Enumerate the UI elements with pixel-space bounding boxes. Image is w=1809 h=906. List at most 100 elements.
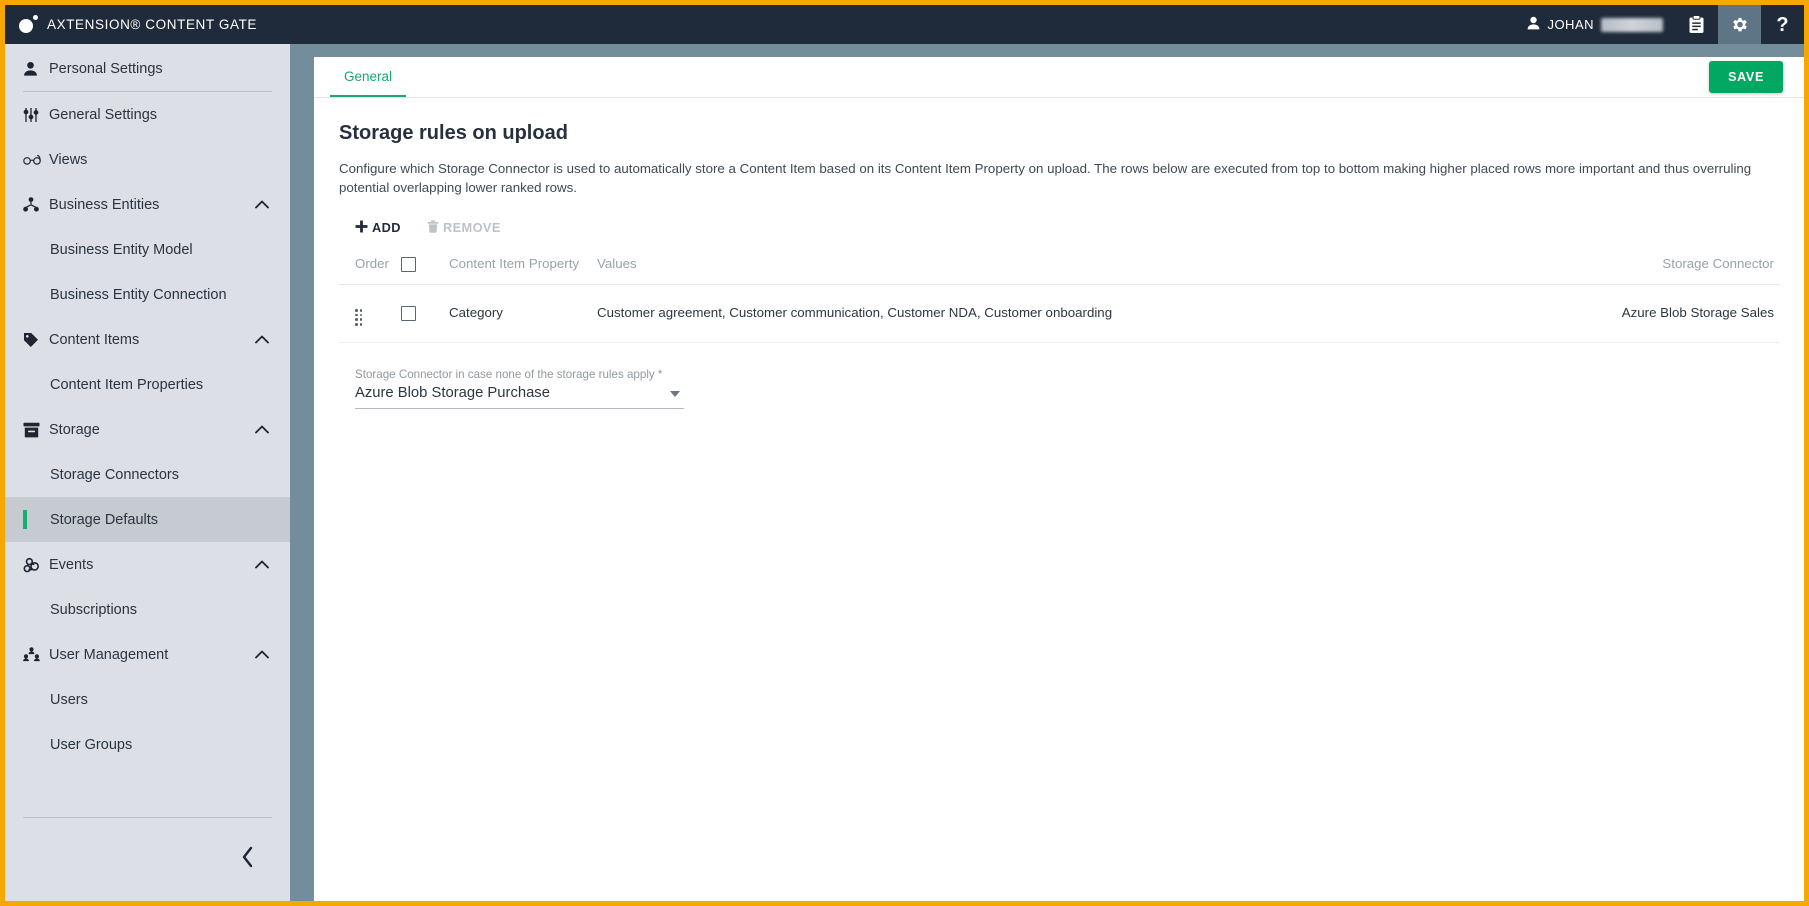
sidebar-item-label: Storage Connectors [50,466,179,483]
sidebar-item-storage[interactable]: Storage [5,407,290,452]
sidebar-item-general-settings[interactable]: General Settings [5,92,290,137]
sidebar-item-label: Subscriptions [50,601,138,618]
sidebar-scroll: Personal Settings General Settings Views… [5,44,290,817]
top-bar-right: JOHAN ? [1517,5,1804,44]
tag-icon [23,332,49,348]
chevron-left-icon [241,846,255,873]
brand: AXTENSION® CONTENT GATE [5,15,257,34]
sidebar-collapse-button[interactable] [233,845,263,875]
sidebar-item-events[interactable]: Events [5,542,290,587]
chevron-up-icon[interactable] [253,646,271,664]
chevron-up-icon[interactable] [253,196,271,214]
trash-icon [427,219,439,236]
column-header-storage-connector: Storage Connector [1530,247,1780,285]
sidebar-item-label: Users [50,691,88,708]
sidebar-footer [23,817,272,901]
settings-button[interactable] [1718,5,1761,44]
plus-icon [355,220,368,236]
storage-rules-table: Order Content Item Property Values Stora… [339,247,1780,343]
sidebar-item-label: General Settings [49,106,158,123]
fallback-connector-label: Storage Connector in case none of the st… [355,367,663,381]
user-menu[interactable]: JOHAN [1517,5,1675,44]
content-area: Storage rules on upload Configure which … [314,98,1804,409]
fallback-connector-select[interactable]: Azure Blob Storage Purchase [355,385,684,409]
column-header-order: Order [339,247,401,285]
sidebar-item-subscriptions[interactable]: Subscriptions [5,587,290,632]
sidebar-item-label: Content Items [49,331,140,348]
sidebar-item-users[interactable]: Users [5,677,290,722]
sidebar-item-label: User Groups [50,736,133,753]
chevron-up-icon[interactable] [253,421,271,439]
hierarchy-icon [23,197,49,212]
sidebar-item-storage-connectors[interactable]: Storage Connectors [5,452,290,497]
app-window: AXTENSION® CONTENT GATE JOHAN ? Personal… [0,0,1809,906]
table-body: Category Customer agreement, Customer co… [339,284,1780,343]
fallback-connector-value: Azure Blob Storage Purchase [355,384,550,401]
sidebar-item-content-item-properties[interactable]: Content Item Properties [5,362,290,407]
sidebar-item-label: Business Entities [49,196,160,213]
table-header-row: Order Content Item Property Values Stora… [339,247,1780,285]
sidebar-item-business-entities[interactable]: Business Entities [5,182,290,227]
column-header-content-item-property: Content Item Property [449,247,597,285]
clipboard-icon [1688,15,1705,34]
glasses-icon [23,154,49,166]
add-button-label: ADD [372,220,401,236]
table-toolbar: ADD REMOVE [339,219,1780,248]
users-group-icon [23,647,49,662]
sidebar-item-user-management[interactable]: User Management [5,632,290,677]
table-head: Order Content Item Property Values Stora… [339,247,1780,285]
fallback-connector-field: Storage Connector in case none of the st… [339,368,684,409]
page-description: Configure which Storage Connector is use… [339,161,1752,196]
sidebar-item-label: Storage Defaults [50,511,159,528]
top-bar: AXTENSION® CONTENT GATE JOHAN ? [5,5,1804,44]
sidebar-item-label: Business Entity Connection [50,286,227,303]
help-button[interactable]: ? [1761,5,1804,44]
row-property: Category [449,284,597,343]
sidebar-item-business-entity-model[interactable]: Business Entity Model [5,227,290,272]
sidebar-item-user-groups[interactable]: User Groups [5,722,290,767]
sidebar-item-content-items[interactable]: Content Items [5,317,290,362]
person-icon [23,61,49,76]
row-checkbox[interactable] [401,305,416,321]
sidebar-item-label: Views [49,151,88,168]
sliders-icon [23,107,49,123]
column-header-select-all [401,247,449,285]
brand-title: AXTENSION® CONTENT GATE [47,17,258,32]
remove-button[interactable]: REMOVE [427,219,501,236]
row-order-cell [339,284,401,343]
column-header-values: Values [597,247,1530,285]
chevron-up-icon[interactable] [253,331,271,349]
sidebar-item-label: Storage [49,421,100,438]
chevron-up-icon[interactable] [253,556,271,574]
sidebar-item-label: User Management [49,646,169,663]
user-name-redacted [1601,17,1663,32]
sidebar: Personal Settings General Settings Views… [5,44,290,901]
row-values: Customer agreement, Customer communicati… [597,284,1530,343]
sidebar-item-views[interactable]: Views [5,137,290,182]
clipboard-button[interactable] [1675,5,1718,44]
remove-button-label: REMOVE [442,220,501,236]
sidebar-item-business-entity-connection[interactable]: Business Entity Connection [5,272,290,317]
drag-handle-icon[interactable] [355,309,363,326]
question-mark-icon: ? [1776,13,1789,36]
sidebar-item-storage-defaults[interactable]: Storage Defaults [5,497,290,542]
row-connector: Azure Blob Storage Sales [1530,284,1780,343]
archive-box-icon [23,422,49,438]
add-button[interactable]: ADD [355,220,401,236]
user-name: JOHAN [1547,17,1594,32]
table-row[interactable]: Category Customer agreement, Customer co… [339,284,1780,343]
chevron-down-icon [670,390,680,397]
sidebar-item-personal-settings[interactable]: Personal Settings [5,46,290,91]
user-icon [1527,16,1540,33]
webhook-icon [23,557,49,573]
tab-general[interactable]: General [330,69,407,97]
page-title: Storage rules on upload [339,122,568,144]
tab-bar: General SAVE [314,57,1804,98]
sidebar-item-label: Content Item Properties [50,376,204,393]
sidebar-item-label: Business Entity Model [50,241,193,258]
sidebar-item-label: Events [49,556,94,573]
save-button-wrap: SAVE [1709,61,1783,93]
save-button[interactable]: SAVE [1709,61,1783,93]
select-all-checkbox[interactable] [401,256,416,272]
axtension-logo-icon [19,15,38,34]
